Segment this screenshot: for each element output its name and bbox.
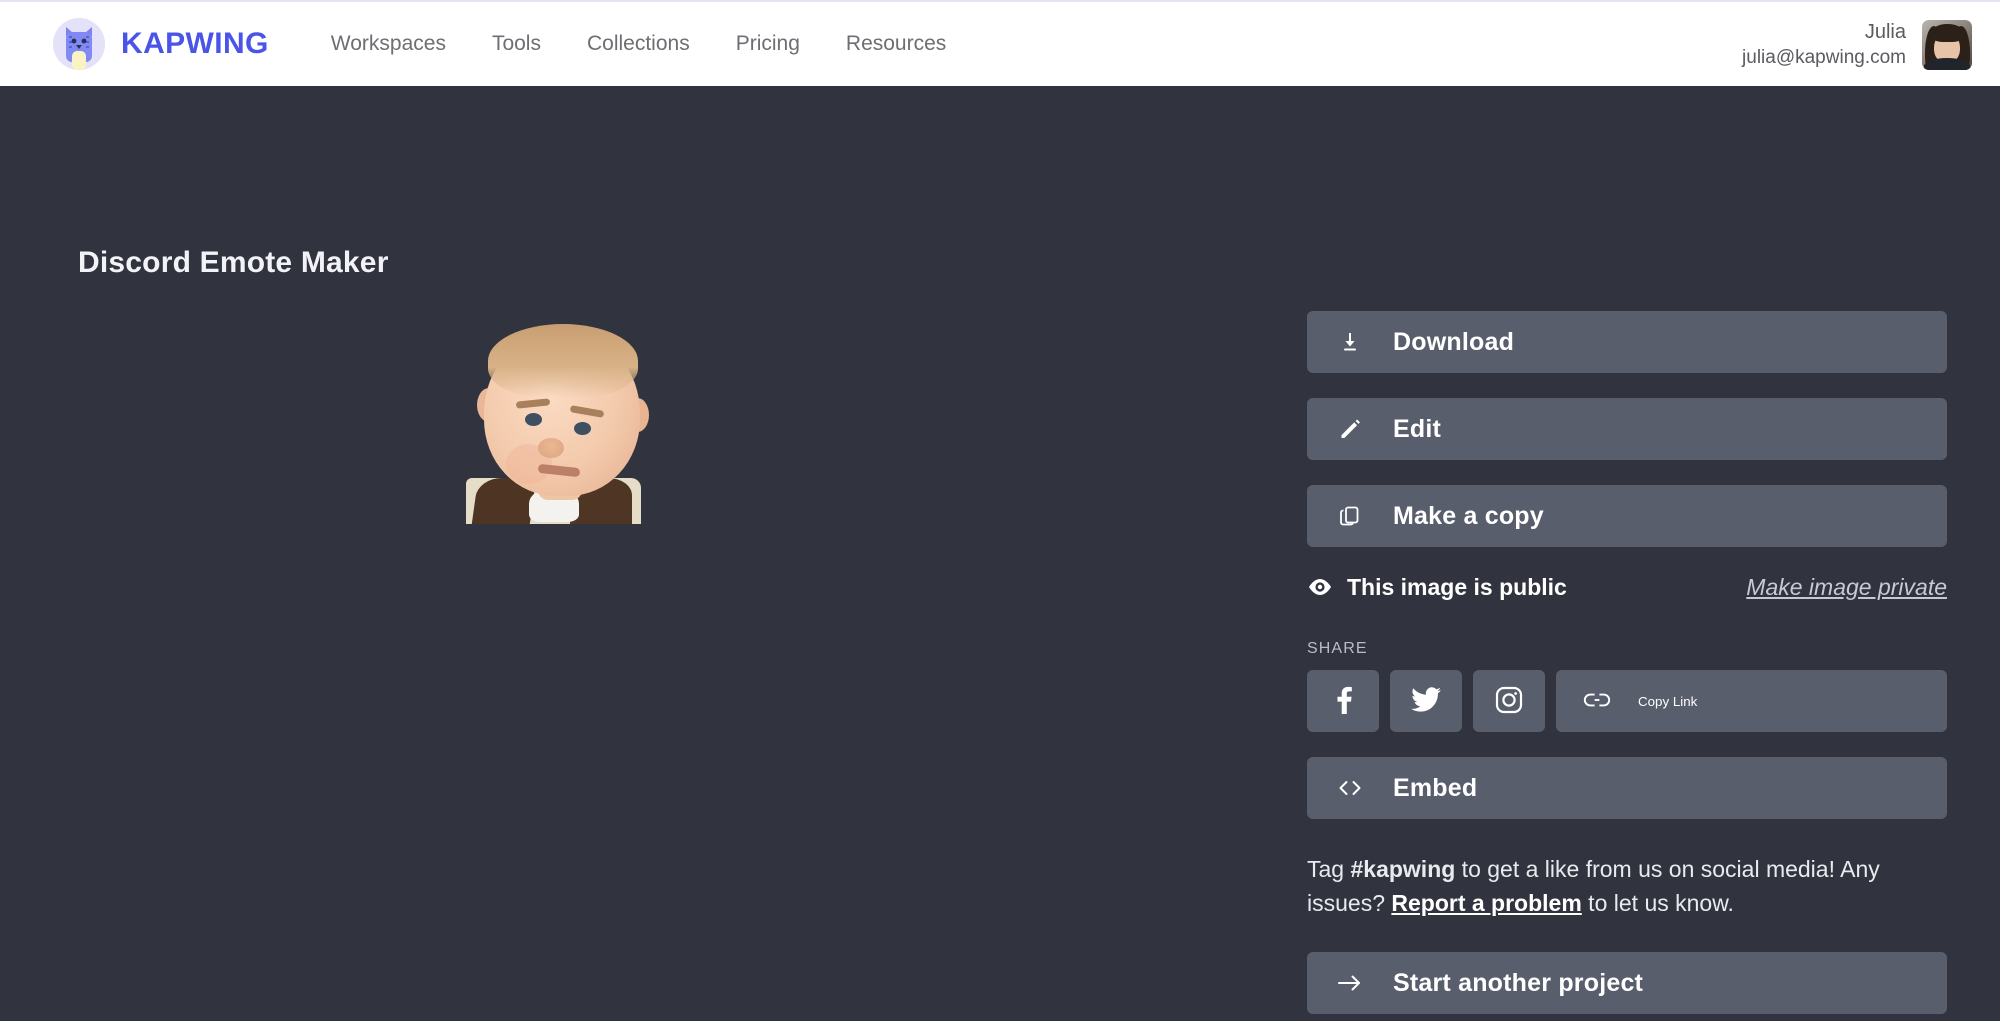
- nav-item-workspaces[interactable]: Workspaces: [331, 32, 446, 56]
- nav-item-collections[interactable]: Collections: [587, 32, 690, 56]
- site-header: KAPWING Workspaces Tools Collections Pri…: [0, 0, 2000, 86]
- share-facebook-button[interactable]: [1307, 670, 1379, 732]
- tag-note: Tag #kapwing to get a like from us on so…: [1307, 853, 1923, 920]
- make-a-copy-button[interactable]: Make a copy: [1307, 485, 1947, 547]
- brand-name: KAPWING: [121, 27, 269, 61]
- embed-button-label: Embed: [1393, 774, 1477, 803]
- report-a-problem-link[interactable]: Report a problem: [1391, 890, 1581, 916]
- make-image-private-link[interactable]: Make image private: [1746, 574, 1947, 601]
- code-brackets-icon: [1307, 778, 1393, 798]
- pencil-icon: [1307, 417, 1393, 441]
- copy-link-button[interactable]: Copy Link: [1556, 670, 1947, 732]
- page-title: Discord Emote Maker: [78, 246, 389, 280]
- arrow-right-icon: [1307, 973, 1393, 993]
- user-email: julia@kapwing.com: [1742, 46, 1906, 70]
- baby-nose: [538, 438, 564, 458]
- nav-item-tools[interactable]: Tools: [492, 32, 541, 56]
- note-prefix: Tag: [1307, 856, 1350, 882]
- instagram-icon: [1495, 686, 1523, 717]
- share-section-label: SHARE: [1307, 640, 1947, 658]
- download-icon: [1307, 330, 1393, 354]
- share-instagram-button[interactable]: [1473, 670, 1545, 732]
- edit-button-label: Edit: [1393, 415, 1441, 444]
- download-button[interactable]: Download: [1307, 311, 1947, 373]
- download-button-label: Download: [1393, 328, 1514, 357]
- image-visibility-row: This image is public Make image private: [1307, 572, 1947, 602]
- emote-preview-image[interactable]: [466, 316, 662, 524]
- brand-home-link[interactable]: KAPWING: [53, 18, 269, 70]
- skeptical-baby-illustration: [466, 316, 662, 524]
- share-twitter-button[interactable]: [1390, 670, 1462, 732]
- visibility-status-text: This image is public: [1347, 574, 1567, 601]
- share-buttons-row: Copy Link: [1307, 670, 1947, 732]
- copy-link-button-label: Copy Link: [1638, 694, 1697, 709]
- avatar-hair-top: [1931, 24, 1964, 42]
- note-hashtag: #kapwing: [1350, 856, 1455, 882]
- make-a-copy-button-label: Make a copy: [1393, 502, 1544, 531]
- nav-item-pricing[interactable]: Pricing: [736, 32, 800, 56]
- link-icon: [1556, 691, 1638, 712]
- page-body: Discord Emote Maker: [0, 86, 2000, 1021]
- kapwing-cat-logo-icon: [53, 18, 105, 70]
- copy-icon: [1307, 504, 1393, 528]
- nav-item-resources[interactable]: Resources: [846, 32, 946, 56]
- twitter-icon: [1411, 687, 1441, 716]
- edit-button[interactable]: Edit: [1307, 398, 1947, 460]
- baby-eye-right: [574, 422, 591, 435]
- baby-eye-left: [525, 413, 542, 426]
- action-panel: Download Edit Make a copy: [1307, 311, 1947, 1014]
- embed-button[interactable]: Embed: [1307, 757, 1947, 819]
- user-name: Julia: [1742, 20, 1906, 46]
- baby-hair: [488, 324, 638, 398]
- start-another-project-button[interactable]: Start another project: [1307, 952, 1947, 1014]
- user-account-menu[interactable]: Julia julia@kapwing.com: [1742, 2, 1972, 88]
- main-nav: Workspaces Tools Collections Pricing Res…: [331, 32, 947, 56]
- avatar-shoulders: [1924, 58, 1970, 70]
- facebook-icon: [1330, 686, 1356, 717]
- user-info: Julia julia@kapwing.com: [1742, 20, 1906, 70]
- avatar[interactable]: [1922, 20, 1972, 70]
- eye-icon: [1307, 577, 1347, 597]
- note-suffix: to let us know.: [1582, 890, 1734, 916]
- start-another-project-label: Start another project: [1393, 969, 1643, 998]
